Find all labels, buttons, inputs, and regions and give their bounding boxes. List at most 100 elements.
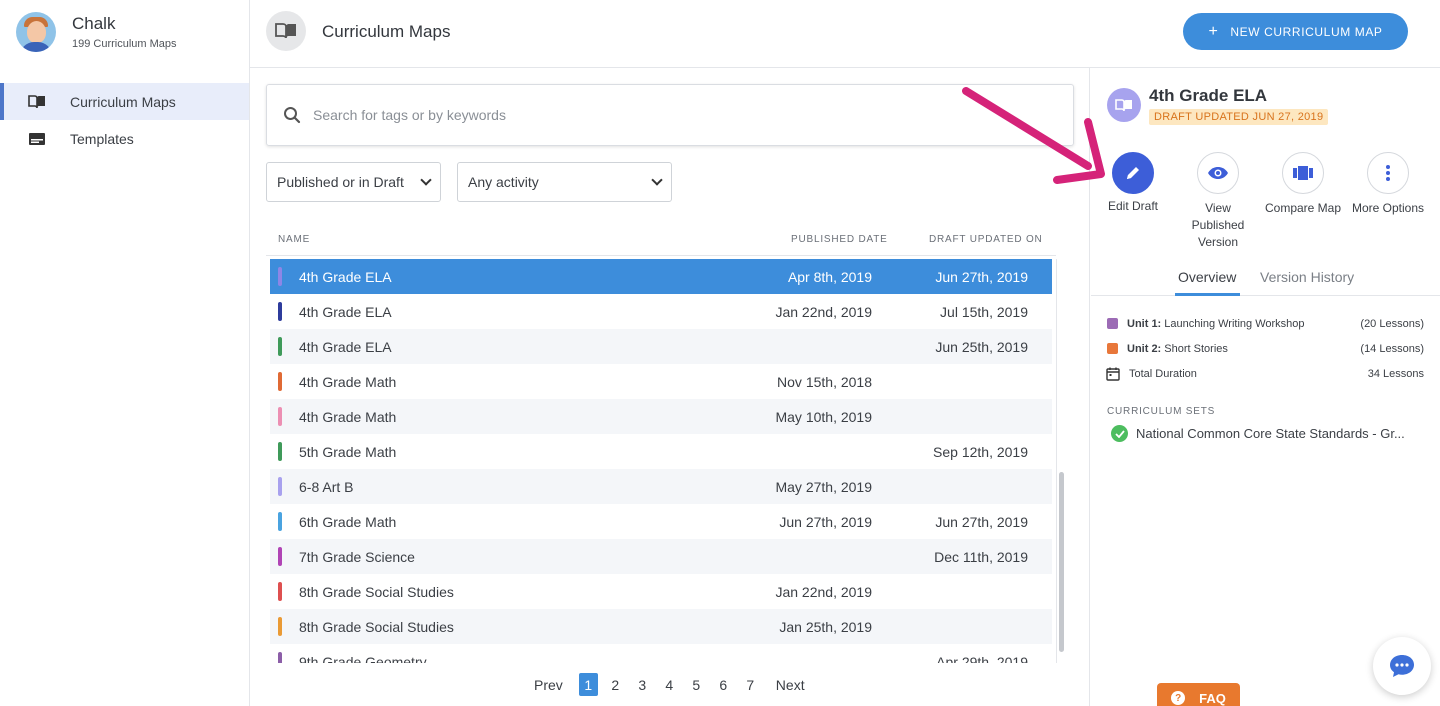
edit-draft-button[interactable]: Edit Draft: [1088, 152, 1178, 215]
row-published-date: Jan 22nd, 2019: [775, 584, 872, 600]
eye-icon: [1197, 152, 1239, 194]
compare-map-button[interactable]: Compare Map: [1258, 152, 1348, 217]
row-draft-updated: Jun 25th, 2019: [935, 339, 1028, 355]
table-row[interactable]: 4th Grade ELA Jan 22nd, 2019 Jul 15th, 201…: [270, 294, 1052, 329]
scrollbar-thumb[interactable]: [1059, 472, 1064, 652]
page-link-6[interactable]: 6: [714, 673, 733, 696]
row-published-date: May 10th, 2019: [775, 409, 872, 425]
row-name: 8th Grade Social Studies: [299, 619, 454, 635]
faq-button[interactable]: ? FAQ: [1157, 683, 1240, 706]
table-row[interactable]: 8th Grade Social Studies Jan 22nd, 2019: [270, 574, 1052, 609]
row-color-marker: [278, 267, 282, 286]
detail-tabs: Overview Version History: [1091, 264, 1440, 296]
pencil-icon: [1112, 152, 1154, 194]
column-header-draft-updated[interactable]: DRAFT UPDATED ON: [929, 234, 1043, 245]
status-filter-select[interactable]: Published or in Draft: [266, 162, 441, 202]
curriculum-sets-heading: CURRICULUM SETS: [1107, 406, 1216, 417]
question-icon: ?: [1171, 691, 1186, 705]
row-published-date: May 27th, 2019: [775, 479, 872, 495]
calendar-icon: [1106, 367, 1120, 381]
search-box[interactable]: [266, 84, 1074, 146]
search-icon: [284, 107, 301, 124]
book-icon: [266, 11, 306, 51]
view-published-version-button[interactable]: View Published Version: [1173, 152, 1263, 251]
row-published-date: Jan 25th, 2019: [779, 619, 872, 635]
row-color-marker: [278, 442, 282, 461]
total-duration-label: Total Duration: [1129, 368, 1197, 380]
sidebar-item-curriculum-maps[interactable]: Curriculum Maps: [0, 83, 249, 120]
column-header-published-date[interactable]: PUBLISHED DATE: [791, 234, 888, 245]
compare-map-label: Compare Map: [1264, 201, 1342, 215]
table-row[interactable]: 6th Grade Math Jun 27th, 2019 Jun 27th, 20…: [270, 504, 1052, 539]
next-page-link[interactable]: Next: [776, 677, 805, 693]
row-name: 4th Grade ELA: [299, 339, 392, 355]
table-row[interactable]: 8th Grade Social Studies Jan 25th, 2019: [270, 609, 1052, 644]
row-color-marker: [278, 547, 282, 566]
row-color-marker: [278, 372, 282, 391]
row-published-date: Apr 8th, 2019: [787, 269, 872, 285]
active-tab-indicator: [1175, 293, 1240, 296]
new-curriculum-map-button[interactable]: + NEW CURRICULUM MAP: [1183, 13, 1408, 50]
table-row[interactable]: 5th Grade Math Sep 12th, 2019: [270, 434, 1052, 469]
table-row[interactable]: 7th Grade Science Dec 11th, 2019: [270, 539, 1052, 574]
detail-title: 4th Grade ELA: [1149, 86, 1268, 105]
detail-panel: 4th Grade ELA DRAFT UPDATED JUN 27, 2019…: [1091, 68, 1440, 706]
row-draft-updated: Dec 11th, 2019: [934, 549, 1028, 565]
prev-page-link[interactable]: Prev: [534, 677, 563, 693]
sidebar-nav: Curriculum Maps Templates: [0, 83, 249, 157]
row-draft-updated: Jun 27th, 2019: [935, 269, 1028, 285]
row-color-marker: [278, 652, 282, 663]
page-link-4[interactable]: 4: [660, 673, 679, 696]
action-bar: Edit Draft View Published Version Compar…: [1091, 152, 1440, 252]
row-name: 4th Grade Math: [299, 374, 397, 390]
total-duration-value: 34 Lessons: [1367, 368, 1424, 380]
row-name: 5th Grade Math: [299, 444, 397, 460]
curriculum-set-name: National Common Core State Standards - G…: [1136, 426, 1405, 441]
list-item[interactable]: Unit 2: Short Stories (14 Lessons): [1107, 343, 1424, 368]
brand-map-count: 199 Curriculum Maps: [72, 38, 177, 50]
brand[interactable]: Chalk 199 Curriculum Maps: [16, 12, 177, 52]
page-link-7[interactable]: 7: [741, 673, 760, 696]
plus-icon: +: [1208, 22, 1219, 40]
row-name: 9th Grade Geometry: [299, 654, 427, 663]
row-name: 7th Grade Science: [299, 549, 415, 565]
unit-prefix: Unit 2:: [1127, 343, 1162, 355]
list-item[interactable]: Unit 1: Launching Writing Workshop (20 L…: [1107, 318, 1424, 343]
table-row[interactable]: 9th Grade Geometry Apr 29th, 2019: [270, 644, 1052, 663]
view-published-label-line1: View: [1205, 201, 1231, 215]
page-link-3[interactable]: 3: [633, 673, 652, 696]
column-header-name[interactable]: NAME: [278, 234, 310, 245]
new-curriculum-map-label: NEW CURRICULUM MAP: [1230, 24, 1383, 39]
curriculum-set-item[interactable]: National Common Core State Standards - G…: [1111, 425, 1405, 442]
page-link-5[interactable]: 5: [687, 673, 706, 696]
table-row[interactable]: 4th Grade ELA Apr 8th, 2019 Jun 27th, 2019: [270, 259, 1052, 294]
row-draft-updated: Jun 27th, 2019: [935, 514, 1028, 530]
more-options-button[interactable]: More Options: [1343, 152, 1433, 217]
table-row[interactable]: 4th Grade Math May 10th, 2019: [270, 399, 1052, 434]
book-icon: [28, 94, 45, 108]
chat-button[interactable]: [1373, 637, 1431, 695]
row-color-marker: [278, 337, 282, 356]
page-link-2[interactable]: 2: [606, 673, 625, 696]
tab-overview[interactable]: Overview: [1178, 269, 1236, 285]
page-link-1[interactable]: 1: [578, 673, 598, 696]
unit-color-swatch: [1107, 318, 1118, 329]
search-input[interactable]: [313, 107, 1013, 123]
table-row[interactable]: 4th Grade Math Nov 15th, 2018: [270, 364, 1052, 399]
brand-name: Chalk: [72, 14, 116, 33]
more-vertical-icon: [1367, 152, 1409, 194]
table-row[interactable]: 6-8 Art B May 27th, 2019: [270, 469, 1052, 504]
table-row[interactable]: 4th Grade ELA Jun 25th, 2019: [270, 329, 1052, 364]
row-name: 4th Grade ELA: [299, 269, 392, 285]
book-icon: [1107, 88, 1141, 122]
activity-filter-select[interactable]: Any activity: [457, 162, 672, 202]
tab-version-history[interactable]: Version History: [1260, 269, 1354, 285]
chevron-down-icon: [420, 174, 432, 186]
template-icon: [29, 132, 45, 145]
row-color-marker: [278, 617, 282, 636]
row-name: 4th Grade ELA: [299, 304, 392, 320]
pagination: Prev 1234567 Next: [534, 673, 805, 696]
edit-draft-label: Edit Draft: [1107, 199, 1158, 213]
sidebar-item-templates[interactable]: Templates: [0, 120, 249, 157]
row-color-marker: [278, 582, 282, 601]
